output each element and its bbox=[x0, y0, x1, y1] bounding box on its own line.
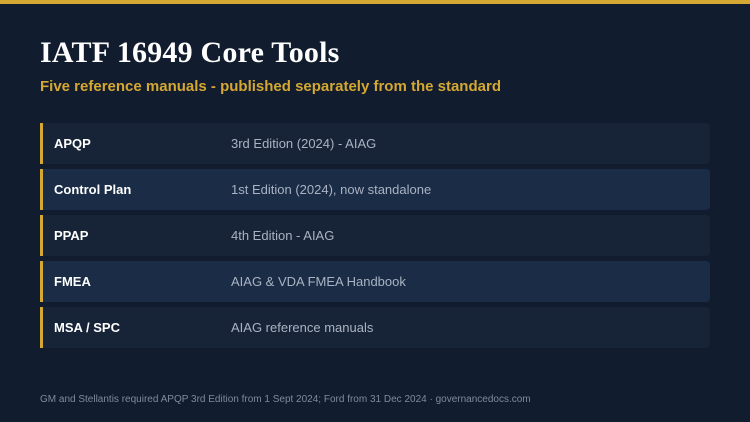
page-title: IATF 16949 Core Tools bbox=[40, 36, 340, 69]
table-row-fmea: FMEA AIAG & VDA FMEA Handbook bbox=[40, 261, 710, 302]
table-row-ppap: PPAP 4th Edition - AIAG bbox=[40, 215, 710, 256]
tool-detail: 4th Edition - AIAG bbox=[231, 228, 335, 243]
tool-name: APQP bbox=[54, 136, 91, 151]
footer-note: GM and Stellantis required APQP 3rd Edit… bbox=[40, 394, 531, 405]
tool-name: FMEA bbox=[54, 274, 91, 289]
table-row-control-plan: Control Plan 1st Edition (2024), now sta… bbox=[40, 169, 710, 210]
tool-detail: AIAG reference manuals bbox=[231, 320, 374, 335]
tool-name: MSA / SPC bbox=[54, 320, 120, 335]
tool-name: PPAP bbox=[54, 228, 89, 243]
tool-detail: 3rd Edition (2024) - AIAG bbox=[231, 136, 377, 151]
table-row-apqp: APQP 3rd Edition (2024) - AIAG bbox=[40, 123, 710, 164]
tool-detail: 1st Edition (2024), now standalone bbox=[231, 182, 432, 197]
page-subtitle: Five reference manuals - published separ… bbox=[40, 78, 501, 95]
core-tools-table: APQP 3rd Edition (2024) - AIAG Control P… bbox=[40, 123, 710, 353]
table-row-msa-spc: MSA / SPC AIAG reference manuals bbox=[40, 307, 710, 348]
tool-detail: AIAG & VDA FMEA Handbook bbox=[231, 274, 406, 289]
accent-bar bbox=[0, 0, 750, 4]
tool-name: Control Plan bbox=[54, 182, 132, 197]
